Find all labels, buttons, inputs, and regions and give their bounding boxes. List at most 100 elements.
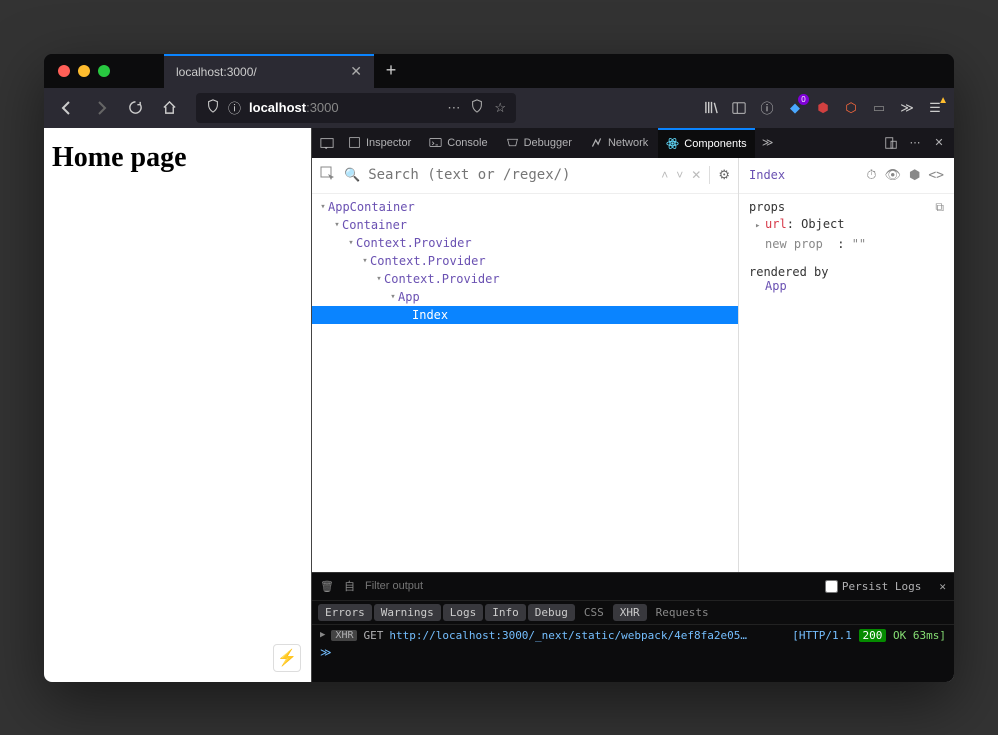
view-source-icon[interactable]: <>: [928, 168, 944, 183]
tree-node[interactable]: ▾App: [312, 288, 738, 306]
back-button[interactable]: [52, 93, 82, 123]
extension-bell-icon[interactable]: ◆: [784, 97, 806, 119]
window-controls: [44, 65, 124, 77]
filter-logs[interactable]: Logs: [443, 604, 484, 621]
url-bar[interactable]: ⓘ localhost:3000 ⋯ ☆: [196, 93, 516, 123]
element-picker-icon[interactable]: [320, 166, 336, 185]
console-filter-bar: Errors Warnings Logs Info Debug CSS XHR …: [312, 601, 954, 625]
log-to-console-icon[interactable]: ⬢: [909, 168, 920, 183]
search-next-icon[interactable]: ˅: [676, 168, 683, 182]
bookmark-star-icon[interactable]: ☆: [494, 100, 506, 116]
filter-xhr[interactable]: XHR: [613, 604, 647, 621]
library-icon[interactable]: [700, 97, 722, 119]
prop-row[interactable]: ▸url: Object: [749, 215, 944, 235]
persist-logs-toggle[interactable]: Persist Logs: [825, 580, 921, 593]
log-meta: [HTTP/1.1 200 OK 63ms]: [792, 629, 946, 642]
tree-node[interactable]: ▾AppContainer: [312, 198, 738, 216]
tab-components[interactable]: Components: [658, 128, 754, 158]
tab-title: localhost:3000/: [176, 65, 257, 79]
extension-generic-icon[interactable]: ▭: [868, 97, 890, 119]
suspense-timer-icon[interactable]: ⏱: [866, 168, 876, 183]
clear-console-icon[interactable]: 🗑: [320, 580, 334, 593]
tab-strip: localhost:3000/ ✕ +: [164, 54, 408, 88]
tabs-overflow-icon[interactable]: ≫: [757, 128, 779, 158]
nextjs-indicator-icon[interactable]: ⚡: [273, 644, 301, 672]
extension-privacy-icon[interactable]: ⬡: [840, 97, 862, 119]
search-prev-icon[interactable]: ˄: [661, 168, 668, 182]
devtools-iframe-picker-icon[interactable]: [316, 128, 338, 158]
log-row[interactable]: ▶ XHR GET http://localhost:3000/_next/st…: [320, 629, 946, 642]
browser-tab[interactable]: localhost:3000/ ✕: [164, 54, 374, 88]
tree-node[interactable]: ▾Context.Provider: [312, 252, 738, 270]
console-log: ▶ XHR GET http://localhost:3000/_next/st…: [312, 625, 954, 682]
content-area: Home page ⚡ Inspector Console Debugger: [44, 128, 954, 682]
devtools-close-icon[interactable]: ✕: [928, 128, 950, 158]
new-tab-button[interactable]: +: [374, 54, 408, 88]
console-close-icon[interactable]: ✕: [939, 580, 946, 593]
page-viewport: Home page ⚡: [44, 128, 311, 682]
inspect-dom-icon[interactable]: 👁: [884, 168, 901, 183]
close-tab-button[interactable]: ✕: [350, 63, 362, 80]
search-input[interactable]: [368, 167, 653, 183]
react-devtools: 🔍 ˄ ˅ ✕ ⚙ ▾AppContainer▾Container▾Contex…: [312, 158, 954, 682]
component-details-panel: Index ⏱ 👁 ⬢ <> props ⧉: [739, 158, 954, 572]
prop-row[interactable]: new prop : "": [749, 235, 944, 253]
tree-node[interactable]: ▾Context.Provider: [312, 234, 738, 252]
devtools: Inspector Console Debugger Network Compo…: [311, 128, 954, 682]
info-icon[interactable]: ⓘ: [228, 98, 241, 117]
extension-info-icon[interactable]: ⓘ: [756, 97, 778, 119]
copy-props-icon[interactable]: ⧉: [935, 200, 944, 215]
devtools-options-icon[interactable]: ⋯: [904, 128, 926, 158]
extension-icons: ⓘ ◆ ⬢ ⬡ ▭ ≫ ☰▲: [700, 97, 946, 119]
log-xhr-badge: XHR: [331, 630, 357, 641]
rendered-by-heading: rendered by: [749, 265, 828, 279]
console-prompt[interactable]: ≫: [320, 646, 946, 659]
filter-debug[interactable]: Debug: [528, 604, 575, 621]
home-button[interactable]: [154, 93, 184, 123]
tab-network[interactable]: Network: [582, 128, 656, 158]
hamburger-menu-icon[interactable]: ☰▲: [924, 97, 946, 119]
console-toolbar: 🗑 ⾃ Persist Logs ✕: [312, 573, 954, 601]
filter-info[interactable]: Info: [485, 604, 526, 621]
filter-errors[interactable]: Errors: [318, 604, 372, 621]
url-text: localhost:3000: [249, 100, 339, 115]
forward-button[interactable]: [86, 93, 116, 123]
titlebar: localhost:3000/ ✕ +: [44, 54, 954, 88]
component-tree-panel: 🔍 ˄ ˅ ✕ ⚙ ▾AppContainer▾Container▾Contex…: [312, 158, 739, 572]
more-icon[interactable]: ⋯: [447, 100, 460, 116]
reload-button[interactable]: [120, 93, 150, 123]
extension-ublock-icon[interactable]: ⬢: [812, 97, 834, 119]
settings-gear-icon[interactable]: ⚙: [718, 167, 730, 183]
filter-warnings[interactable]: Warnings: [374, 604, 441, 621]
tree-node[interactable]: ▾Context.Provider: [312, 270, 738, 288]
props-heading: props: [749, 200, 785, 214]
filter-css[interactable]: CSS: [577, 604, 611, 621]
tab-console[interactable]: Console: [421, 128, 495, 158]
devtools-tabs: Inspector Console Debugger Network Compo…: [312, 128, 954, 158]
shield-icon[interactable]: [206, 99, 220, 116]
tab-inspector[interactable]: Inspector: [340, 128, 419, 158]
filter-funnel-icon: ⾃: [344, 578, 355, 594]
minimize-window-button[interactable]: [78, 65, 90, 77]
close-window-button[interactable]: [58, 65, 70, 77]
console-filter-input[interactable]: [365, 580, 815, 592]
props-section: props ⧉ ▸url: Objectnew prop : "": [739, 194, 954, 259]
responsive-mode-icon[interactable]: [880, 128, 902, 158]
tree-toolbar: 🔍 ˄ ˅ ✕ ⚙: [312, 158, 738, 194]
log-method: GET: [363, 629, 383, 642]
search-icon: 🔍: [344, 167, 360, 183]
reader-shield-icon[interactable]: [470, 99, 484, 116]
persist-logs-checkbox[interactable]: [825, 580, 838, 593]
tree-node[interactable]: ▾Container: [312, 216, 738, 234]
tree-node[interactable]: Index: [312, 306, 738, 324]
toolbar-overflow-icon[interactable]: ≫: [896, 97, 918, 119]
component-tree[interactable]: ▾AppContainer▾Container▾Context.Provider…: [312, 194, 738, 572]
maximize-window-button[interactable]: [98, 65, 110, 77]
navigation-toolbar: ⓘ localhost:3000 ⋯ ☆ ⓘ ◆ ⬢ ⬡ ▭ ≫ ☰▲: [44, 88, 954, 128]
tab-debugger[interactable]: Debugger: [498, 128, 580, 158]
sidebar-icon[interactable]: [728, 97, 750, 119]
search-clear-icon[interactable]: ✕: [691, 168, 701, 182]
rendered-by-value[interactable]: App: [749, 279, 944, 293]
rendered-by-section: rendered by App: [739, 259, 954, 299]
filter-requests[interactable]: Requests: [649, 604, 716, 621]
